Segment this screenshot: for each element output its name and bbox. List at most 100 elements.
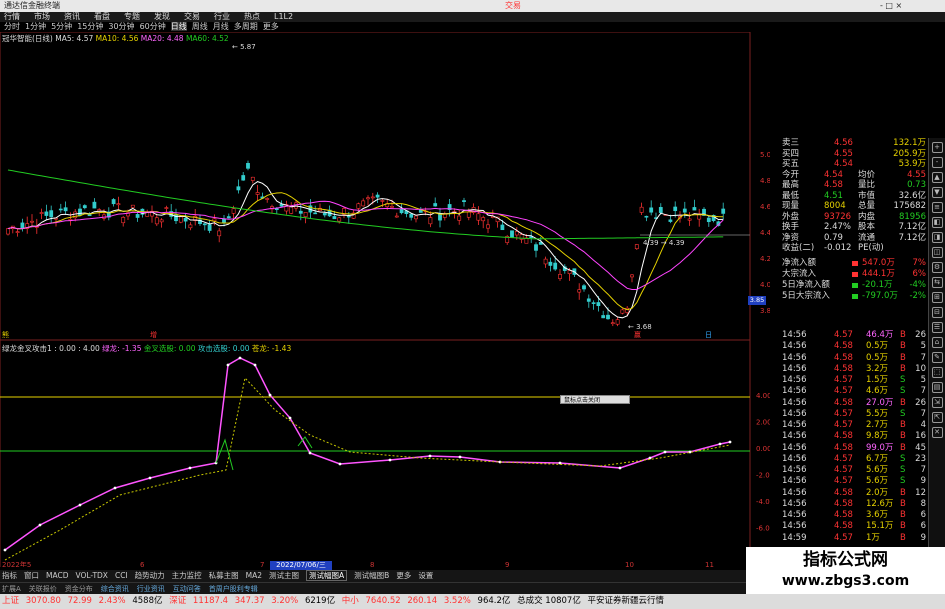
- tick-row[interactable]: 14:56 4.57 5.6万 S 7: [782, 465, 928, 476]
- candle-body: [457, 215, 462, 221]
- tick-row[interactable]: 14:56 4.58 3.2万 B 10: [782, 364, 928, 375]
- toolbar-tab[interactable]: 指标: [2, 571, 17, 580]
- toolstrip-icon[interactable]: ⇆: [931, 277, 943, 288]
- toolstrip-icon[interactable]: ☰: [931, 322, 943, 333]
- tick-row[interactable]: 14:56 4.58 3.6万 B 6: [782, 510, 928, 521]
- tick-row[interactable]: 14:59 4.57 1万 B 9: [782, 533, 928, 544]
- tick-row[interactable]: 14:56 4.58 99.0万 B 45: [782, 443, 928, 454]
- candle-body: [438, 213, 442, 221]
- sh-index-name[interactable]: 上证: [2, 596, 19, 606]
- toolbar-tab[interactable]: 测试主图: [269, 571, 299, 580]
- tick-row[interactable]: 14:56 4.58 9.8万 B 16: [782, 431, 928, 442]
- trade-link[interactable]: 交易: [505, 0, 521, 12]
- period-tab[interactable]: 日线: [170, 22, 187, 31]
- menu-item[interactable]: 市场: [34, 12, 50, 21]
- menu-item[interactable]: 发现: [154, 12, 170, 21]
- quote-panel: 卖三 4.56 132.1万 买四 4.55 205.9万 买五 4.54 53.9万 今开 4.5…: [782, 138, 928, 302]
- menu-item[interactable]: 交易: [184, 12, 200, 21]
- period-tab[interactable]: 分时: [4, 22, 20, 31]
- tick-row[interactable]: 14:56 4.58 2.0万 B 12: [782, 488, 928, 499]
- kline-chart[interactable]: 5.00 4.80 4.60 4.40 4.20 4.00 3.80 4.00 2.00 0.00…: [0, 32, 770, 567]
- tick-row[interactable]: 14:56 4.57 5.6万 S 9: [782, 476, 928, 487]
- period-tab[interactable]: 15分钟: [77, 22, 103, 31]
- zx-index-name[interactable]: 中小: [342, 596, 359, 606]
- toolbar-tab[interactable]: 设置: [418, 571, 433, 580]
- tick-row[interactable]: 14:56 4.58 27.0万 B 26: [782, 398, 928, 409]
- toolstrip-icon[interactable]: ◧: [931, 217, 943, 228]
- menu-item[interactable]: 热点: [244, 12, 260, 21]
- toolstrip-icon[interactable]: +: [931, 142, 943, 153]
- toolbar-tab[interactable]: 测试幅图A: [306, 570, 348, 581]
- tick-row[interactable]: 14:56 4.57 4.6万 S 7: [782, 386, 928, 397]
- toolstrip-icon[interactable]: ▼: [931, 187, 943, 198]
- toolstrip-icon[interactable]: ⌂: [931, 337, 943, 348]
- tick-row[interactable]: 14:56 4.58 12.6万 B 8: [782, 499, 928, 510]
- toolstrip-icon[interactable]: ◫: [931, 247, 943, 258]
- news-ticker[interactable]: 平安证券新疆云行情: [588, 596, 665, 606]
- close-tooltip[interactable]: 鼠标点击关闭: [560, 395, 630, 404]
- tick-time: 14:56: [782, 510, 807, 520]
- toolbar-tab[interactable]: MA2: [246, 571, 262, 580]
- toolstrip-icon[interactable]: ⊟: [931, 307, 943, 318]
- tick-row[interactable]: 14:56 4.58 15.1万 B 6: [782, 521, 928, 532]
- period-tab[interactable]: 周线: [192, 22, 208, 31]
- sz-index-name[interactable]: 深证: [169, 596, 186, 606]
- period-tab[interactable]: 1分钟: [25, 22, 46, 31]
- menu-item[interactable]: 行情: [4, 12, 20, 21]
- toolbar-tab[interactable]: 测试幅图B: [354, 571, 389, 580]
- menu-item[interactable]: 资讯: [64, 12, 80, 21]
- toolbar-tab[interactable]: 私募主图: [209, 571, 239, 580]
- toolstrip-icon[interactable]: ≡: [931, 202, 943, 213]
- period-tab[interactable]: 5分钟: [51, 22, 72, 31]
- toolstrip-icon[interactable]: ◨: [931, 232, 943, 243]
- tick-price: 4.57: [834, 532, 853, 543]
- period-tab[interactable]: 更多: [263, 22, 279, 31]
- candle-body: [639, 206, 644, 213]
- tick-row[interactable]: 14:56 4.57 46.4万 B 26: [782, 330, 928, 341]
- toolbar-tab[interactable]: 主力监控: [172, 571, 202, 580]
- period-tab[interactable]: 月线: [213, 22, 229, 31]
- toolbar-tab[interactable]: 趋势动力: [135, 571, 165, 580]
- toolbar-tab[interactable]: MACD: [46, 571, 68, 580]
- toolstrip-icon[interactable]: ⊞: [931, 292, 943, 303]
- toolstrip-icon[interactable]: -: [931, 157, 943, 168]
- menu-item[interactable]: 行业: [214, 12, 230, 21]
- tick-list[interactable]: 14:56 4.57 46.4万 B 26 14:56 4.58 0.5万 B 5 14:56 4.5…: [782, 330, 928, 544]
- tick-row[interactable]: 14:56 4.57 2.7万 B 4: [782, 420, 928, 431]
- stat-value: 2.47%: [824, 222, 852, 232]
- toolstrip-icon[interactable]: ⇲: [931, 397, 943, 408]
- tick-row[interactable]: 14:56 4.58 0.5万 B 7: [782, 353, 928, 364]
- toolbar-tab[interactable]: VOL-TDX: [75, 571, 107, 580]
- period-tab[interactable]: 30分钟: [108, 22, 134, 31]
- menu-item[interactable]: 专题: [124, 12, 140, 21]
- info-tab[interactable]: 互动问答: [173, 585, 201, 593]
- window-controls[interactable]: - □ ×: [880, 0, 902, 12]
- toolstrip-icon[interactable]: ✎: [931, 352, 943, 363]
- info-tab[interactable]: 资金分布: [65, 585, 93, 593]
- menu-item[interactable]: L1L2: [274, 12, 293, 21]
- tick-row[interactable]: 14:56 4.57 6.7万 S 23: [782, 454, 928, 465]
- toolstrip-icon[interactable]: ⬚: [931, 367, 943, 378]
- tick-row[interactable]: 14:56 4.57 1.5万 S 5: [782, 375, 928, 386]
- toolstrip-icon[interactable]: ▲: [931, 172, 943, 183]
- toolstrip-icon[interactable]: ▤: [931, 382, 943, 393]
- candle-body: [486, 224, 490, 229]
- period-tab[interactable]: 60分钟: [140, 22, 166, 31]
- toolstrip-icon[interactable]: ⚙: [931, 262, 943, 273]
- menu-item[interactable]: 看盘: [94, 12, 110, 21]
- toolbar-tab[interactable]: 窗口: [24, 571, 39, 580]
- tick-row[interactable]: 14:56 4.57 5.5万 S 7: [782, 409, 928, 420]
- info-tab[interactable]: 扩展A: [2, 585, 21, 593]
- info-tab[interactable]: 综合资讯: [101, 585, 129, 593]
- tick-row[interactable]: 14:56 4.58 0.5万 B 5: [782, 341, 928, 352]
- info-tab[interactable]: 首周户股利专辑: [209, 585, 258, 593]
- info-tab[interactable]: 行业资讯: [137, 585, 165, 593]
- toolbar-tab[interactable]: 更多: [396, 571, 411, 580]
- toolbar-tab[interactable]: CCI: [115, 571, 128, 580]
- zx-index-pct: 3.52%: [443, 596, 471, 606]
- toolstrip-icon[interactable]: ⇱: [931, 412, 943, 423]
- toolstrip-icon[interactable]: ✕: [931, 427, 943, 438]
- stat-label: 内盘: [858, 211, 876, 222]
- info-tab[interactable]: 关联报价: [29, 585, 57, 593]
- period-tab[interactable]: 多周期: [234, 22, 258, 31]
